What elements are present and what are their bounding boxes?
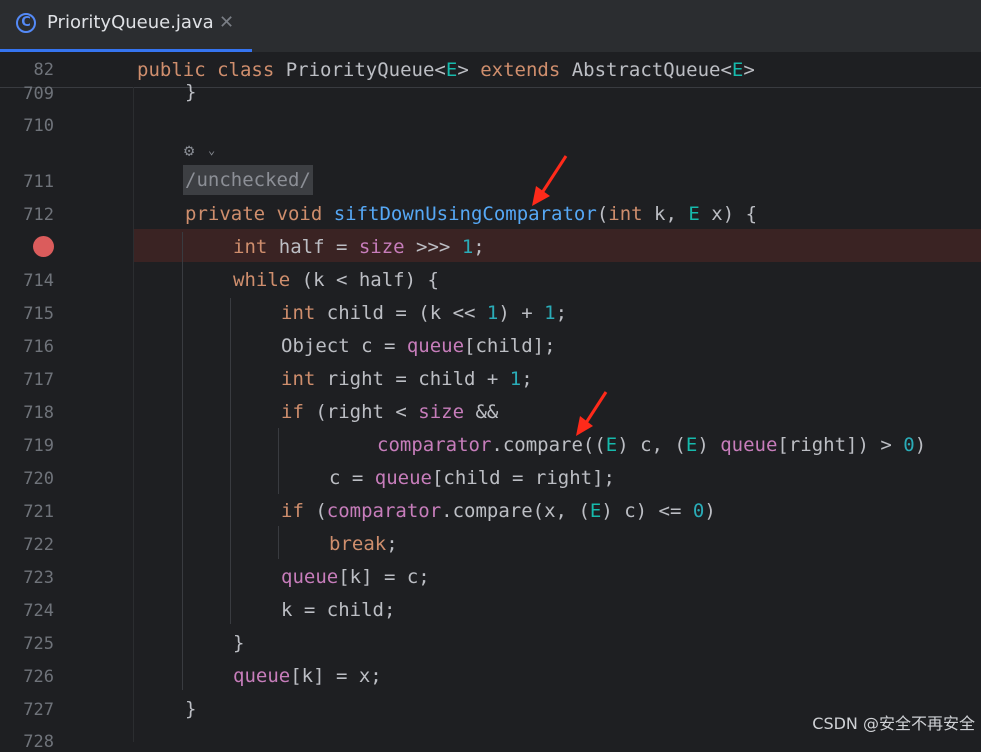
line-number: 723 [23,568,54,588]
annotation-arrow [576,391,608,436]
code-line[interactable]: while (k < half) { [233,268,439,292]
line-number: 727 [23,700,54,720]
code-line[interactable]: queue[k] = x; [233,664,382,688]
line-number: 722 [23,535,54,555]
indent-guide [230,298,231,624]
line-number: 710 [23,116,54,136]
close-icon[interactable]: ✕ [219,12,234,33]
chevron-down-icon[interactable]: ⌄ [208,143,215,157]
java-class-icon: C [16,13,36,33]
line-number: 721 [23,502,54,522]
indent-guide [278,526,279,559]
sticky-class-header[interactable]: 82 public class PriorityQueue<E> extends… [0,53,981,88]
line-number: 82 [33,60,54,80]
line-number: 715 [23,304,54,324]
breakpoint-icon[interactable] [33,236,54,257]
line-number: 728 [23,732,54,752]
code-line[interactable]: int child = (k << 1) + 1; [281,301,567,325]
watermark: CSDN @安全不再安全 [812,714,975,733]
editor-tab-bar: C PriorityQueue.java ✕ [0,0,981,53]
line-number: 716 [23,337,54,357]
code-line[interactable]: comparator.compare((E) c, (E) queue[righ… [377,433,926,457]
line-number: 718 [23,403,54,423]
sticky-code-line: public class PriorityQueue<E> extends Ab… [137,59,755,81]
code-line[interactable]: } [185,80,196,104]
code-line[interactable]: c = queue[child = right]; [329,466,615,490]
line-number: 717 [23,370,54,390]
code-line[interactable]: int half = size >>> 1; [233,235,485,259]
line-number: 719 [23,436,54,456]
code-line[interactable]: int right = child + 1; [281,367,533,391]
suppress-warnings-fold[interactable]: /unchecked/ [183,165,313,195]
active-tab-indicator [0,49,252,52]
indent-guide [278,428,279,494]
code-line[interactable]: break; [329,532,398,556]
line-number: 711 [23,172,54,192]
code-line[interactable]: } [233,631,244,655]
code-line[interactable]: if (right < size && [281,400,498,424]
gutter-separator [133,87,134,742]
line-number: 726 [23,667,54,687]
ai-assist-icon[interactable]: ⚙ [184,141,194,161]
annotation-arrow [532,155,568,206]
line-number: 725 [23,634,54,654]
code-line[interactable]: } [185,697,196,721]
code-line[interactable]: queue[k] = c; [281,565,430,589]
tab-priorityqueue-java[interactable]: C PriorityQueue.java ✕ [0,0,252,52]
line-number: 712 [23,205,54,225]
line-number: 709 [23,84,54,104]
line-number: 714 [23,271,54,291]
tab-label: PriorityQueue.java [47,12,214,33]
line-number: 720 [23,469,54,489]
code-line[interactable]: if (comparator.compare(x, (E) c) <= 0) [281,499,716,523]
indent-guide [182,232,183,690]
line-number: 724 [23,601,54,621]
code-line[interactable]: k = child; [281,598,395,622]
code-line[interactable]: private void siftDownUsingComparator(int… [185,202,757,226]
code-line[interactable]: Object c = queue[child]; [281,334,556,358]
